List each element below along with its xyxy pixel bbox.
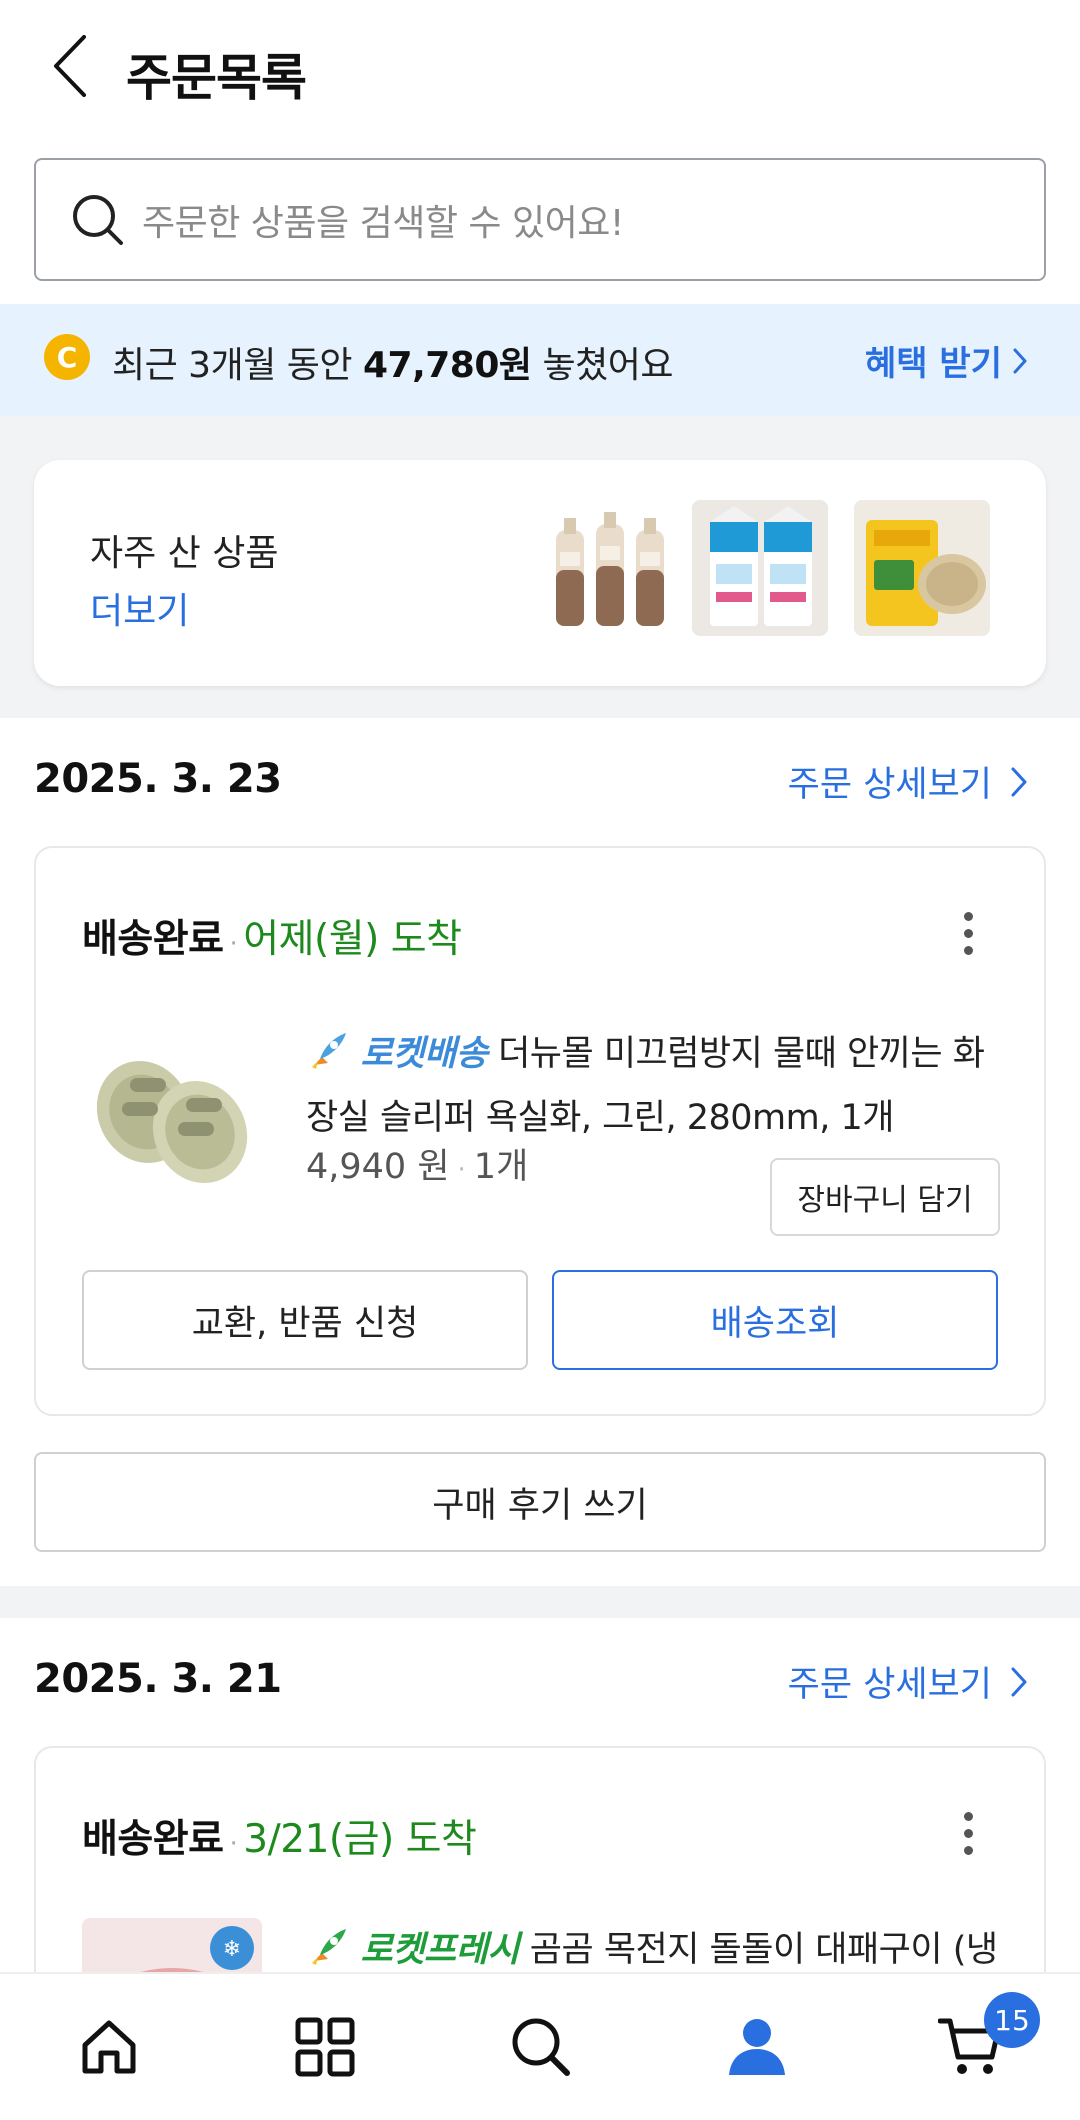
arrival-text: 어제(월) 도착 [243,917,462,962]
search-input[interactable]: 주문한 상품을 검색할 수 있어요! [34,158,1046,281]
product-image[interactable] [82,1022,262,1202]
delivery-status: 배송완료 · 어제(월) 도착 [82,908,462,964]
cart-count-badge: 15 [984,1992,1040,2048]
order-card: 배송완료 · 어제(월) 도착 로켓배송 더뉴몰 미끄럼방지 물때 안끼는 화장실 … [34,846,1046,1416]
my-account-icon[interactable] [712,2002,802,2092]
more-options-icon[interactable] [958,912,978,955]
page-title: 주문목록 [126,49,307,107]
status-separator: · [229,1829,238,1859]
track-delivery-button[interactable]: 배송조회 [552,1270,998,1370]
get-benefit-link[interactable]: 혜택 받기 [865,336,1028,385]
status-separator: · [229,929,238,959]
svg-text:❄: ❄ [223,1937,241,1962]
frequent-product-thumb-milk[interactable] [692,500,828,636]
order-date: 2025. 3. 23 [34,756,282,802]
rocket-delivery-badge: 로켓배송 [360,1034,488,1074]
more-options-icon[interactable] [958,1812,978,1855]
chevron-right-icon [1011,1667,1027,1696]
benefit-text-before: 최근 3개월 동안 [112,345,363,386]
header: 주문목록 [0,0,1080,140]
delivery-status: 배송완료 · 3/21(금) 도착 [82,1808,477,1864]
product-qty: 1개 [473,1147,529,1187]
frequent-products-title: 자주 산 상품 [90,533,279,574]
rocket-fresh-badge: 로켓프레시 [360,1930,520,1970]
order-detail-label: 주문 상세보기 [787,1665,992,1705]
chevron-right-icon [1011,767,1027,796]
order-date: 2025. 3. 21 [34,1656,282,1702]
frequent-product-thumb-drinks[interactable] [542,500,678,636]
coin-icon: C [44,334,90,380]
order-detail-link[interactable]: 주문 상세보기 [788,756,1028,807]
frequent-more-link[interactable]: 더보기 [90,582,189,634]
write-review-button[interactable]: 구매 후기 쓰기 [34,1452,1046,1552]
price-separator: · [457,1155,466,1185]
back-button[interactable] [40,30,100,102]
category-icon[interactable] [280,2002,370,2092]
rocket-icon [312,1929,346,1965]
status-label: 배송완료 [82,917,224,962]
product-name: 곰곰 목전지 돌돌이 대패구이 (냉 [529,1930,998,1970]
rocket-icon [312,1033,346,1069]
frequent-product-thumb-grain[interactable] [854,500,990,636]
frequent-products-card[interactable]: 자주 산 상품 더보기 [34,460,1046,686]
order-detail-label: 주문 상세보기 [787,765,992,805]
search-icon[interactable] [496,2002,586,2092]
home-icon[interactable] [64,2002,154,2092]
exchange-return-button[interactable]: 교환, 반품 신청 [82,1270,528,1370]
missed-benefit-text: 최근 3개월 동안 47,780원 놓쳤어요 [112,336,673,388]
get-benefit-label: 혜택 받기 [865,344,1002,384]
arrival-text: 3/21(금) 도착 [243,1817,477,1862]
chevron-left-icon [54,35,86,97]
benefit-amount: 47,780원 [362,345,532,386]
product-title[interactable]: 로켓배송 더뉴몰 미끄럼방지 물때 안끼는 화장실 슬리퍼 욕실화, 그린, 2… [306,1022,1006,1150]
benefit-text-after: 놓쳤어요 [531,345,673,386]
chevron-right-icon [1013,348,1027,373]
add-to-cart-button[interactable]: 장바구니 담기 [770,1158,1000,1236]
price-line: 4,940 원 · 1개 [306,1138,528,1189]
search-placeholder: 주문한 상품을 검색할 수 있어요! [142,202,624,244]
product-price: 4,940 원 [306,1147,450,1187]
search-icon [73,194,123,245]
status-label: 배송완료 [82,1817,224,1862]
bottom-navigation [0,1972,1080,2120]
missed-benefit-banner[interactable]: C 최근 3개월 동안 47,780원 놓쳤어요 혜택 받기 [0,304,1080,416]
order-detail-link[interactable]: 주문 상세보기 [788,1656,1028,1707]
section-divider [0,1586,1080,1618]
